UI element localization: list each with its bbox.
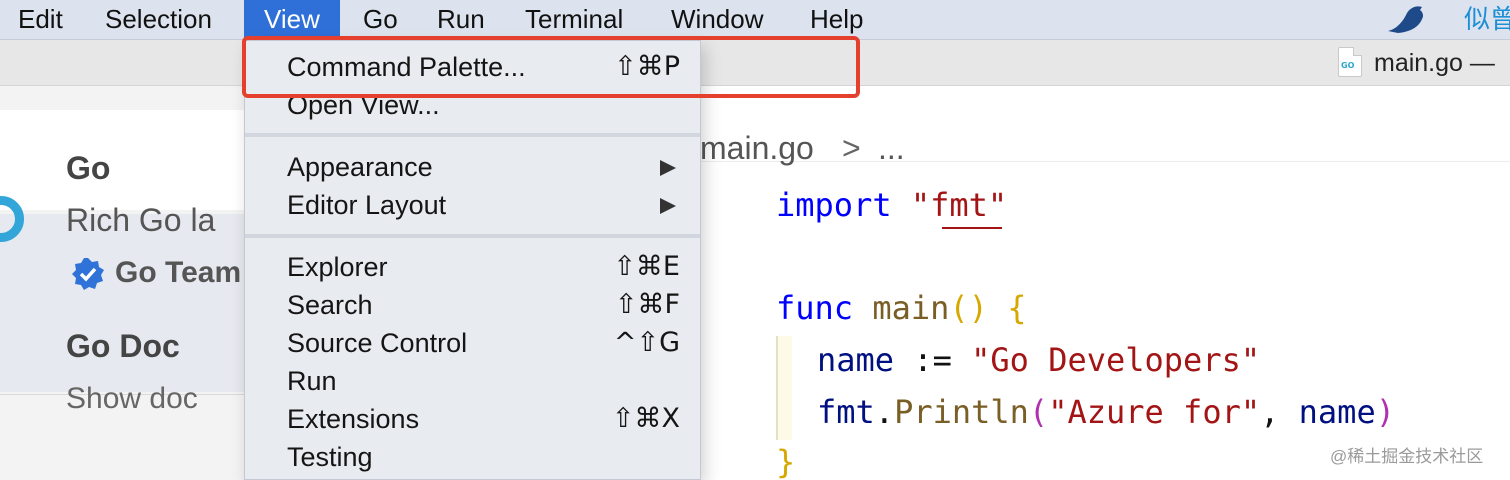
extension-publisher: Go Team <box>115 256 242 289</box>
submenu-arrow-icon <box>660 160 676 176</box>
menu-item-extensions[interactable]: Extensions ⇧⌘X <box>245 400 700 438</box>
menu-item-label: Source Control <box>287 328 468 358</box>
menu-item-appearance[interactable]: Appearance <box>245 148 700 186</box>
package-name: fmt <box>817 393 875 431</box>
menubar-status-text[interactable]: 似曾 <box>1464 0 1510 38</box>
extension-item-go[interactable] <box>0 214 244 392</box>
menu-separator <box>245 234 700 238</box>
breadcrumb-separator: > <box>842 130 861 166</box>
variable: name <box>817 341 895 379</box>
window-title: main.go — <box>1374 49 1495 77</box>
menu-item-explorer[interactable]: Explorer ⇧⌘E <box>245 248 700 286</box>
keyword: func <box>776 289 854 327</box>
string-literal: "Go Developers" <box>971 341 1261 379</box>
menu-item-editor-layout[interactable]: Editor Layout <box>245 186 700 224</box>
bracket: ) <box>968 289 988 327</box>
variable: name <box>1298 393 1376 431</box>
code-line-println: fmt.Println("Azure for", name) <box>817 393 1395 431</box>
menu-view[interactable]: View <box>244 0 340 38</box>
shortcut-label: ^⇧G <box>613 327 680 358</box>
screen: Edit Selection View Go Run Terminal Wind… <box>0 0 1510 480</box>
menu-terminal[interactable]: Terminal <box>525 0 623 38</box>
menu-item-label: Run <box>287 366 337 396</box>
code-line-func: func main() { <box>776 289 1026 327</box>
menu-item-label: Editor Layout <box>287 190 447 220</box>
menu-item-source-control[interactable]: Source Control ^⇧G <box>245 324 700 362</box>
watermark: @稀土掘金技术社区 <box>1330 447 1484 466</box>
menu-item-label: Appearance <box>287 152 433 182</box>
comma: , <box>1260 393 1299 431</box>
go-file-icon: GO <box>1338 47 1362 77</box>
dot: . <box>874 393 895 431</box>
keyword: import <box>776 186 892 224</box>
string-literal: "Azure for" <box>1048 393 1261 431</box>
extension-description: Rich Go la <box>66 202 216 238</box>
extension-description: Show doc <box>66 382 198 415</box>
menu-go[interactable]: Go <box>363 0 398 38</box>
menu-help[interactable]: Help <box>810 0 863 38</box>
menu-separator <box>245 133 700 137</box>
function-name: main <box>872 289 950 327</box>
menu-selection[interactable]: Selection <box>105 0 212 38</box>
shortcut-label: ⇧⌘E <box>613 251 680 282</box>
menu-item-label: Testing <box>287 442 373 472</box>
bracket: ( <box>1028 393 1049 431</box>
extension-title: Go <box>66 150 111 186</box>
breadcrumb-symbols[interactable]: ... <box>878 130 905 167</box>
extensions-search-area[interactable] <box>0 110 244 210</box>
menu-item-testing[interactable]: Testing <box>245 438 700 476</box>
bracket: } <box>776 443 796 480</box>
breadcrumb-file[interactable]: main.go <box>700 130 814 167</box>
menu-edit[interactable]: Edit <box>18 0 63 38</box>
function-name: Println <box>894 393 1029 431</box>
bracket: ) <box>1375 393 1395 431</box>
string-literal: "fmt" <box>910 186 1008 224</box>
menu-item-label: Explorer <box>287 252 388 282</box>
menu-item-search[interactable]: Search ⇧⌘F <box>245 286 700 324</box>
shortcut-label: ⇧⌘X <box>611 403 680 434</box>
verified-badge-icon <box>72 258 104 290</box>
menu-item-run[interactable]: Run <box>245 362 700 400</box>
code-line-import: import "fmt" <box>776 186 1007 224</box>
indent-guide <box>776 336 778 440</box>
menu-run[interactable]: Run <box>437 0 485 38</box>
code-line-assign: name := "Go Developers" <box>817 341 1260 379</box>
bird-icon[interactable] <box>1386 3 1426 35</box>
lint-underline <box>942 227 1002 229</box>
menu-item-label: Extensions <box>287 404 420 434</box>
submenu-arrow-icon <box>660 198 676 214</box>
bracket: { <box>1007 289 1027 327</box>
menu-bar: Edit Selection View Go Run Terminal Wind… <box>0 0 1510 40</box>
menu-window[interactable]: Window <box>671 0 763 38</box>
menu-item-label: Search <box>287 290 373 320</box>
view-menu-dropdown: Command Palette... ⇧⌘P Open View... Appe… <box>244 40 701 480</box>
operator: := <box>913 341 952 379</box>
indent-highlight <box>778 336 792 440</box>
shortcut-label: ⇧⌘F <box>614 289 680 320</box>
extension-title: Go Doc <box>66 328 180 364</box>
code-line-close: } <box>776 443 795 480</box>
bracket: ( <box>949 289 969 327</box>
highlight-annotation-box <box>242 36 860 98</box>
